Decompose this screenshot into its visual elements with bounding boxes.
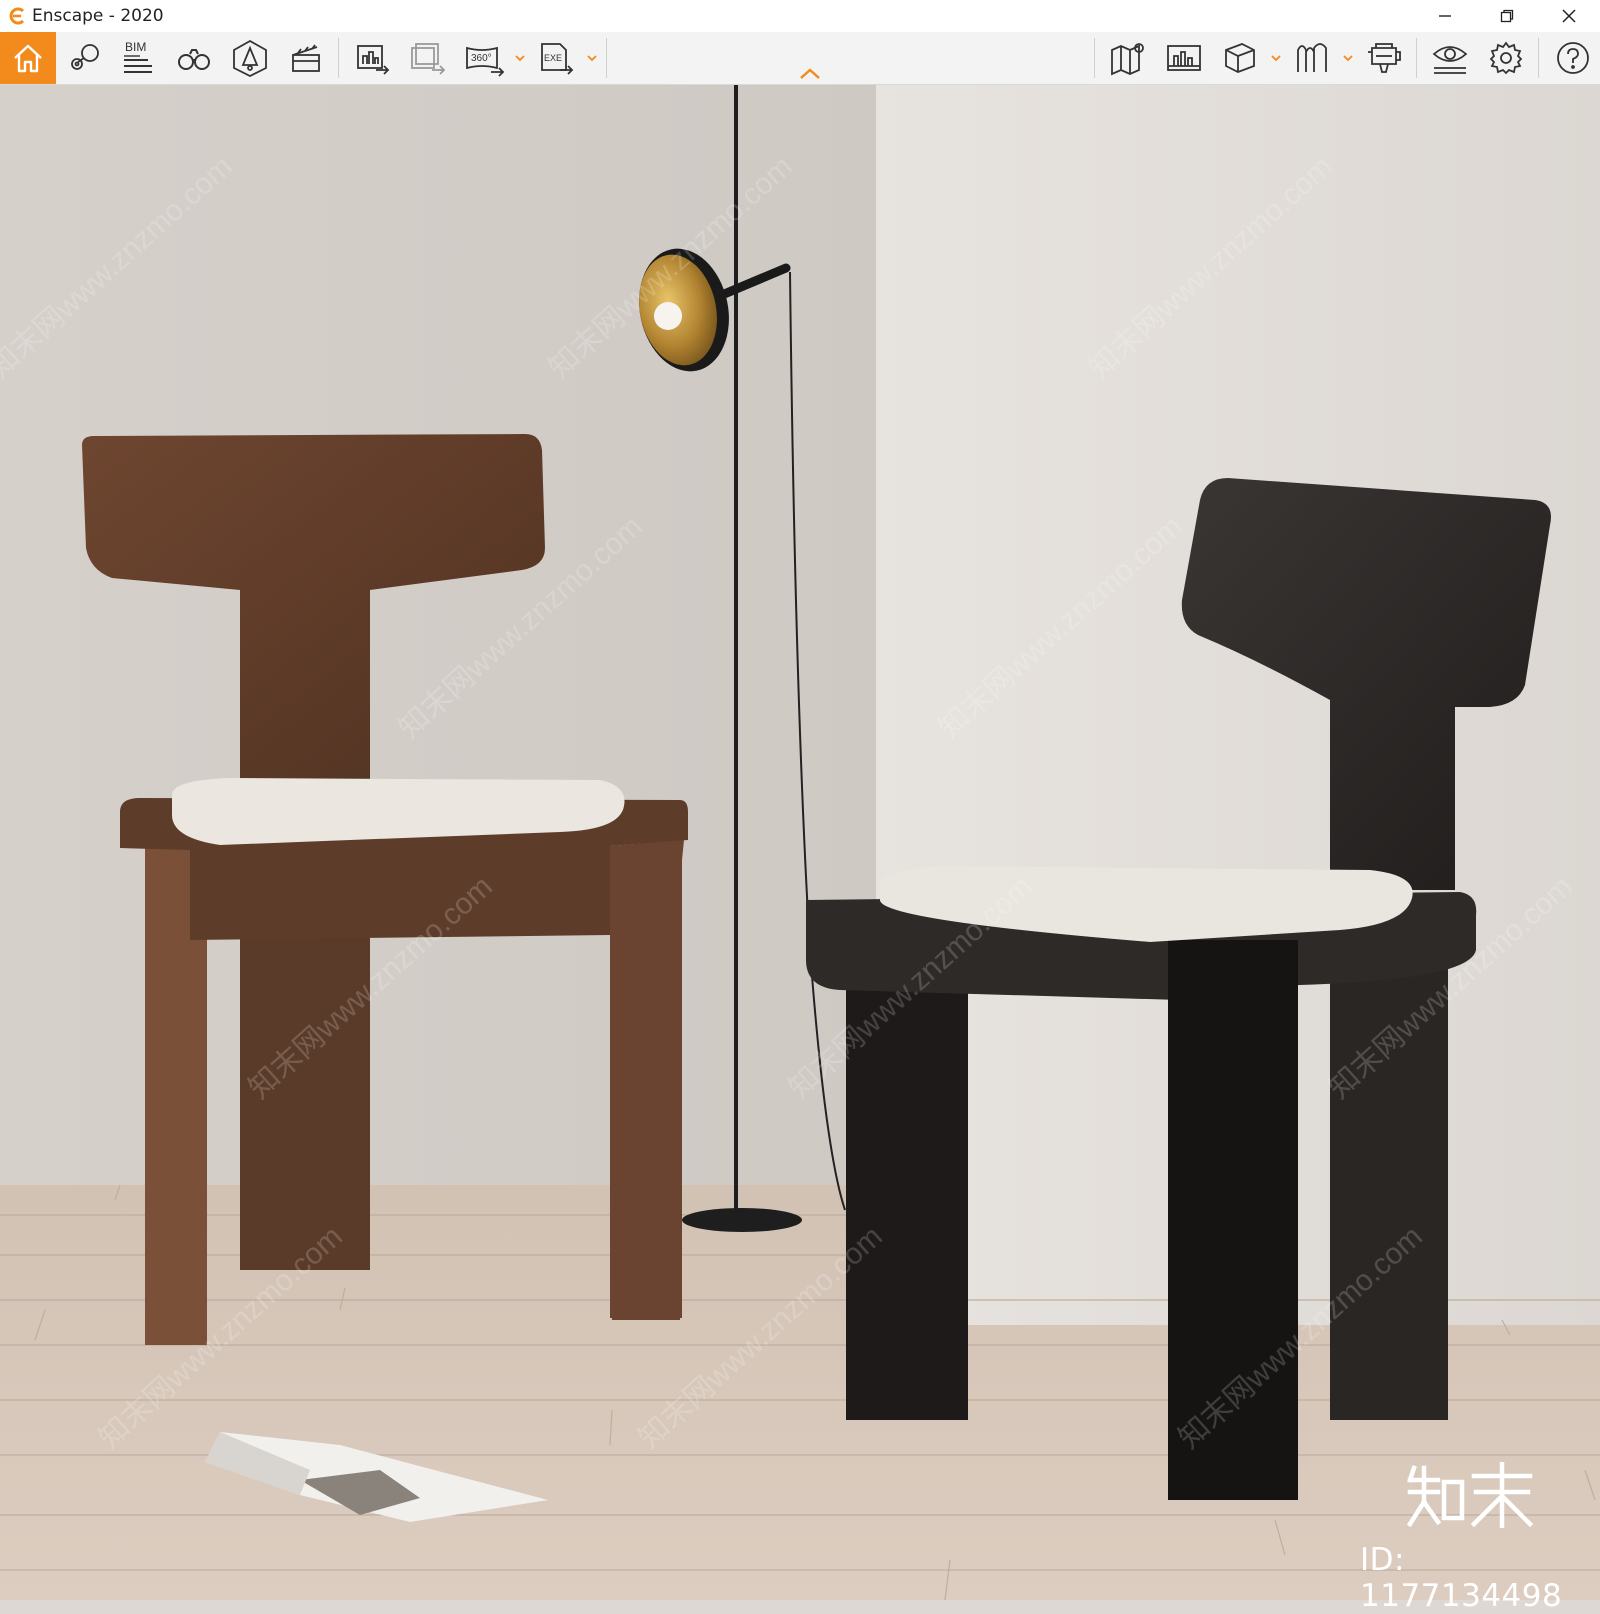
toolbar-separator — [1416, 38, 1417, 78]
toolbar-separator — [338, 38, 339, 78]
help-button[interactable] — [1550, 32, 1596, 84]
znzmo-logo — [1404, 1461, 1534, 1533]
scene-render-image: 知末网www.znzmo.com 知末网www.znzmo.com 知末网www… — [0, 85, 1600, 1600]
visual-settings-button[interactable] — [1288, 32, 1336, 84]
screenshot-button[interactable] — [348, 32, 396, 84]
map-icon — [1111, 43, 1144, 76]
toolbar-separator — [1094, 38, 1095, 78]
chevron-up-icon — [800, 68, 820, 79]
view-settings-button[interactable] — [1426, 32, 1474, 84]
panorama-button[interactable]: 360° — [460, 32, 508, 84]
asset-library-button[interactable] — [1160, 32, 1208, 84]
panorama-label: 360° — [471, 53, 492, 64]
panorama-dropdown[interactable] — [514, 32, 526, 84]
settings-button[interactable] — [1482, 32, 1530, 84]
asset-library-icon — [1167, 45, 1201, 71]
binoculars-icon — [178, 49, 210, 70]
title-bar: Enscape - 2020 — [0, 0, 1600, 32]
exe-export-icon: EXE — [541, 43, 574, 75]
chevron-down-icon — [515, 55, 525, 62]
batch-render-button[interactable] — [404, 32, 452, 84]
pin-marker-icon — [71, 44, 99, 70]
views-button[interactable] — [62, 32, 106, 84]
chevron-down-icon — [1271, 55, 1281, 62]
exe-export-button[interactable]: EXE — [532, 32, 580, 84]
vr-headset-icon — [1368, 43, 1401, 73]
gear-icon — [1489, 41, 1523, 75]
help-icon — [1557, 42, 1589, 74]
map-button[interactable] — [1104, 32, 1152, 84]
window-title: Enscape - 2020 — [32, 6, 164, 26]
chevron-down-icon — [1343, 55, 1353, 62]
chevron-down-icon — [587, 55, 597, 62]
minimize-button[interactable] — [1414, 0, 1476, 32]
video-editor-button[interactable] — [282, 32, 330, 84]
eye-settings-icon — [1432, 46, 1468, 74]
vr-headset-button[interactable] — [1360, 32, 1408, 84]
visual-settings-dropdown[interactable] — [1342, 32, 1354, 84]
visual-mode-icon — [1297, 43, 1327, 72]
panorama-360-icon: 360° — [466, 46, 505, 77]
home-button[interactable] — [0, 32, 56, 84]
screenshot-export-icon — [357, 45, 390, 75]
window-controls — [1414, 0, 1600, 32]
material-dropdown[interactable] — [1270, 32, 1282, 84]
collapse-toolbar-button[interactable] — [798, 66, 822, 82]
material-editor-button[interactable] — [1216, 32, 1264, 84]
toolbar-separator — [1538, 38, 1539, 78]
bim-button[interactable]: BIM — [114, 32, 162, 84]
enscape-logo-icon — [6, 5, 28, 27]
batch-render-icon — [411, 43, 446, 75]
export-dropdown[interactable] — [586, 32, 598, 84]
exe-label: EXE — [544, 53, 562, 63]
clapperboard-icon — [292, 44, 320, 72]
home-icon — [14, 44, 42, 73]
bim-list-icon: BIM — [124, 40, 152, 73]
restore-button[interactable] — [1476, 0, 1538, 32]
asset-id-watermark: ID: 1177134498 — [1360, 1542, 1563, 1614]
render-viewport[interactable]: 知末网www.znzmo.com 知末网www.znzmo.com 知末网www… — [0, 85, 1600, 1600]
bim-label: BIM — [125, 40, 146, 54]
walk-mode-button[interactable] — [170, 32, 218, 84]
toolbar-separator — [606, 38, 607, 78]
cube-view-icon — [1225, 43, 1255, 73]
close-button[interactable] — [1538, 0, 1600, 32]
sun-house-icon — [233, 39, 267, 78]
atmosphere-button[interactable] — [226, 32, 274, 84]
